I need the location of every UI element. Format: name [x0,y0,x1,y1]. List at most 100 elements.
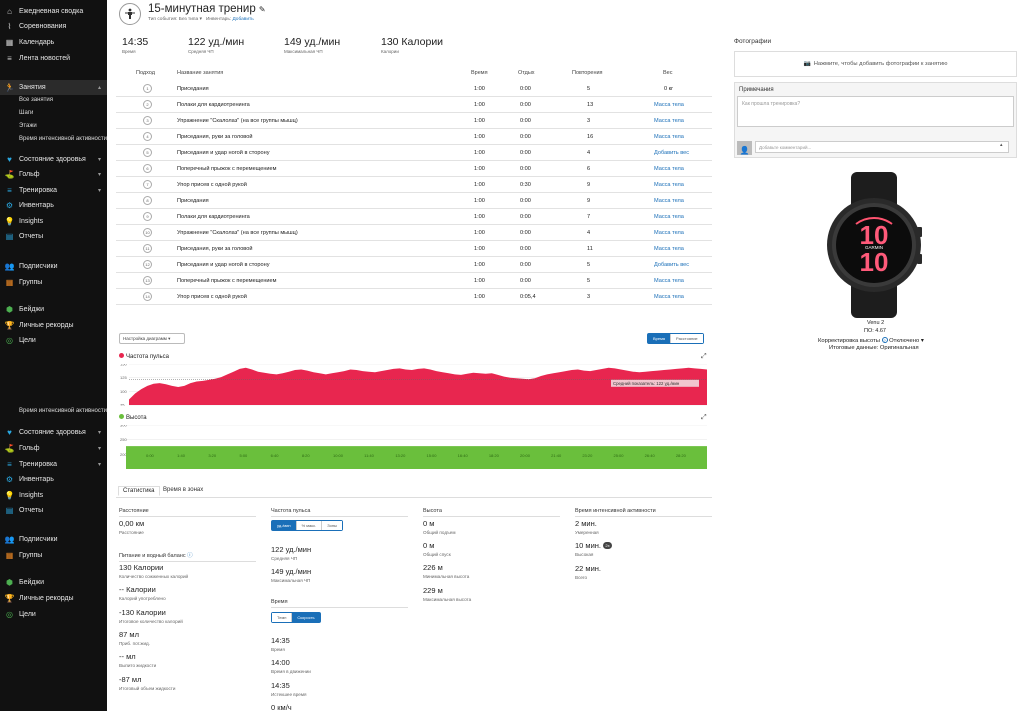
table-row[interactable]: 9 Полаки для кардиотренинга 1:00 0:00 7 Масса… [116,209,712,225]
table-row[interactable]: 6 Поперечный прыжок с перемещением 1:00 0:0… [116,161,712,177]
exercise-name[interactable]: Поперечный прыжок с перемещением [177,166,277,172]
tab-statistics[interactable]: Статистика [118,486,160,496]
table-row[interactable]: 10 Упражнение "Скалолаз" (на все группы м… [116,225,712,241]
exercise-weight[interactable]: Масса тела [654,246,684,252]
table-row[interactable]: 3 Упражнение "Скалолаз" (на все группы мы… [116,113,712,129]
exercise-weight[interactable]: Масса тела [654,118,684,124]
sidebar-item-target[interactable]: ◎ Цели [0,607,107,622]
sidebar-item-dumbbell[interactable]: ≡ Тренировка ▾ [0,183,107,198]
sidebar-item-trend[interactable]: ⌇ Соревнования [0,19,107,34]
sidebar-item-target[interactable]: ◎ Цели [0,333,107,348]
table-row[interactable]: 4 Приседания, руки за головой 1:00 0:00 16 Ма… [116,129,712,145]
hr-expand-icon[interactable]: ⤢ [701,353,707,361]
pace-speed-toggle[interactable]: Темп Скорость [271,612,321,623]
toggle-pace[interactable]: Темп [272,613,292,622]
table-row[interactable]: 12 Приседания и удар ногой в сторону 1:00 0… [116,257,712,273]
comment-scroll-icon[interactable]: ▴ [1000,142,1003,148]
comment-input[interactable]: Добавьте комментарий... [755,141,1009,153]
exercise-weight[interactable]: Масса тела [654,294,684,300]
activity-type-icon[interactable] [119,3,141,25]
exercise-name[interactable]: Приседания [177,198,209,204]
sidebar-item-report[interactable]: ▤ Отчеты [0,503,107,518]
toggle-percent-max[interactable]: % макс. [295,521,322,530]
chevron-icon[interactable]: ▾ [98,156,101,163]
sidebar-item-group[interactable]: ▦ Группы [0,275,107,290]
sidebar-item-golf[interactable]: ⛳ Гольф ▾ [0,167,107,182]
table-row[interactable]: 7 Упор присев с одной рукой 1:00 0:30 9 Масса… [116,177,712,193]
exercise-name[interactable]: Упражнение "Скалолаз" (на все группы мыш… [177,118,298,124]
exercise-weight[interactable]: Масса тела [654,182,684,188]
sidebar-item-home[interactable]: ⌂ Ежедневная сводка [0,4,107,19]
sidebar-item-heart[interactable]: ♥ Состояние здоровья ▾ [0,152,107,167]
exercise-name[interactable]: Упражнение "Скалолаз" (на все группы мыш… [177,230,298,236]
chart-axis-toggle[interactable]: Время Расстояние [647,333,704,344]
hr-chart[interactable]: 150 125 100 75 Средний показатель: 122 уд./м… [119,364,709,406]
exercise-name[interactable]: Упор присев с одной рукой [177,294,247,300]
notes-textarea[interactable]: Как прошла тренировка? [737,96,1014,127]
page-title[interactable]: 15-минутная тренир ✎ [148,3,266,15]
sidebar-item-feed[interactable]: ≡ Лента новостей [0,51,107,66]
table-row[interactable]: 2 Полаки для кардиотренинга 1:00 0:00 13 Масс… [116,97,712,113]
sidebar-item-people[interactable]: 👥 Подписчики [0,532,107,547]
info-icon[interactable]: ⓘ [187,553,193,559]
exercise-name[interactable]: Приседания и удар ногой в сторону [177,262,270,268]
sidebar-item-golf[interactable]: ⛳ Гольф ▾ [0,441,107,456]
sidebar-item-badge[interactable]: ⬢ Бейджи [0,575,107,590]
info-icon[interactable]: ? [881,337,888,343]
toggle-speed[interactable]: Скорость [291,613,320,622]
exercise-name[interactable]: Полаки для кардиотренинга [177,102,250,108]
exercise-weight[interactable]: Масса тела [654,278,684,284]
exercise-weight[interactable]: Добавить вес [654,262,689,268]
toggle-time[interactable]: Время [648,334,671,343]
exercise-weight[interactable]: Масса тела [654,134,684,140]
sidebar-item-trophy[interactable]: 🏆 Личные рекорды [0,591,107,606]
hr-unit-toggle[interactable]: уд./мин% макс. Зоны [271,520,343,531]
exercise-name[interactable]: Приседания и удар ногой в сторону [177,150,270,156]
sidebar-subitem[interactable]: Шаги [19,110,33,116]
exercise-weight[interactable]: Добавить вес [654,150,689,156]
exercise-weight[interactable]: Масса тела [654,166,684,172]
sidebar-subitem[interactable]: Время интенсивной активности [19,408,107,414]
tab-time-in-zones[interactable]: Время в зонах [163,487,203,493]
sidebar-item-gear[interactable]: ⚙ Инвентарь [0,198,107,213]
exercise-weight[interactable]: Масса тела [654,214,684,220]
sidebar-item-bulb[interactable]: 💡 Insights [0,214,107,229]
chevron-icon[interactable]: ▾ [98,171,101,178]
toggle-zones[interactable]: Зоны [321,521,342,530]
exercise-name[interactable]: Приседания, руки за головой [177,134,252,140]
chevron-icon[interactable]: ▴ [98,84,101,91]
toggle-bpm[interactable]: уд./мин [272,521,296,530]
sidebar-item-running[interactable]: 🏃 Занятия ▴ [0,80,107,95]
table-row[interactable]: 13 Поперечный прыжок с перемещением 1:00 0:… [116,273,712,289]
exercise-weight[interactable]: Масса тела [654,230,684,236]
table-row[interactable]: 8 Приседания 1:00 0:00 9 Масса тела [116,193,712,209]
altitude-expand-icon[interactable]: ⤢ [701,414,707,422]
exercise-weight[interactable]: Масса тела [654,102,684,108]
altitude-correction-select[interactable]: Отключено ▾ [889,338,924,344]
chevron-icon[interactable]: ▾ [98,445,101,452]
table-row[interactable]: 14 Упор присев с одной рукой 1:00 0:05,4 3 Ма… [116,289,712,305]
sidebar-item-gear[interactable]: ⚙ Инвентарь [0,472,107,487]
table-row[interactable]: 1 Приседания 1:00 0:00 5 0 кг [116,81,712,97]
sidebar-item-dumbbell[interactable]: ≡ Тренировка ▾ [0,457,107,472]
add-photos-button[interactable]: 📷 Нажмите, чтобы добавить фотографии к за… [734,51,1017,77]
gear-add-link[interactable]: Добавить [233,17,254,22]
table-row[interactable]: 11 Приседания, руки за головой 1:00 0:00 11 М… [116,241,712,257]
sidebar-item-group[interactable]: ▦ Группы [0,548,107,563]
exercise-name[interactable]: Полаки для кардиотренинга [177,214,250,220]
sidebar-item-people[interactable]: 👥 Подписчики [0,259,107,274]
edit-pencil-icon[interactable]: ✎ [259,5,266,14]
sidebar-subitem[interactable]: Этажи [19,123,37,129]
sidebar-item-heart[interactable]: ♥ Состояние здоровья ▾ [0,425,107,440]
event-type-select[interactable]: Без типа ▾ [179,17,202,22]
sidebar-subitem[interactable]: Все занятия [19,97,53,103]
exercise-name[interactable]: Поперечный прыжок с перемещением [177,278,277,284]
chevron-icon[interactable]: ▾ [98,429,101,436]
chart-settings-dropdown[interactable]: Настройка диаграмм ▾ [119,333,185,344]
sidebar-subitem[interactable]: Время интенсивной активности [19,136,107,142]
exercise-name[interactable]: Приседания, руки за головой [177,246,252,252]
chevron-icon[interactable]: ▾ [98,461,101,468]
chevron-icon[interactable]: ▾ [98,187,101,194]
sidebar-item-badge[interactable]: ⬢ Бейджи [0,302,107,317]
exercise-weight[interactable]: Масса тела [654,198,684,204]
